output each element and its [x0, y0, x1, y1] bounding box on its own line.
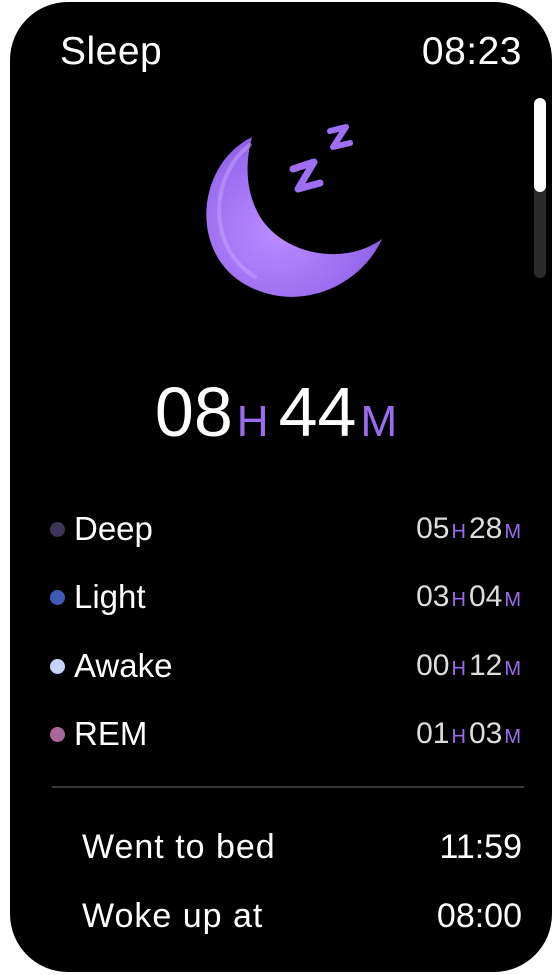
page-title: Sleep: [60, 30, 163, 73]
stage-row-awake: Awake 00 H 12 M: [50, 647, 524, 687]
went-to-bed-time: 11:59: [439, 828, 522, 866]
divider: [52, 786, 524, 788]
stage-duration: 05 H 28 M: [416, 512, 521, 545]
stage-row-deep: Deep 05 H 28 M: [50, 510, 524, 550]
total-minutes: 44: [278, 373, 357, 451]
total-hours-unit: H: [236, 397, 269, 446]
woke-up-time: 08:00: [436, 897, 522, 935]
stage-row-rem: REM 01 H 03 M: [50, 715, 524, 755]
total-sleep-duration: 08H 44M: [10, 372, 552, 452]
stage-row-light: Light 03 H 04 M: [50, 578, 524, 618]
woke-up-row: Woke up at 08:00: [82, 897, 522, 941]
stage-label: Deep: [74, 510, 153, 547]
watch-screen: Sleep 08:23 08H 44M Deep 05 H 28 M Light 03 H…: [10, 2, 552, 972]
stage-label: Light: [74, 578, 146, 615]
total-hours: 08: [154, 373, 233, 451]
stage-dot: [50, 659, 65, 674]
stage-dot: [50, 522, 65, 537]
stage-label: Awake: [74, 647, 173, 684]
clock-time: 08:23: [421, 30, 522, 73]
stage-label: REM: [74, 715, 148, 752]
stage-duration: 01 H 03 M: [416, 717, 521, 750]
total-minutes-unit: M: [360, 397, 398, 446]
went-to-bed-row: Went to bed 11:59: [82, 828, 522, 872]
woke-up-label: Woke up at: [82, 897, 264, 935]
scrollbar-thumb[interactable]: [534, 98, 546, 192]
stage-dot: [50, 590, 65, 605]
stage-duration: 00 H 12 M: [416, 649, 521, 682]
stage-dot: [50, 727, 65, 742]
stage-duration: 03 H 04 M: [416, 580, 521, 613]
sleep-moon-zzz-icon: [206, 124, 382, 297]
went-to-bed-label: Went to bed: [82, 828, 276, 866]
